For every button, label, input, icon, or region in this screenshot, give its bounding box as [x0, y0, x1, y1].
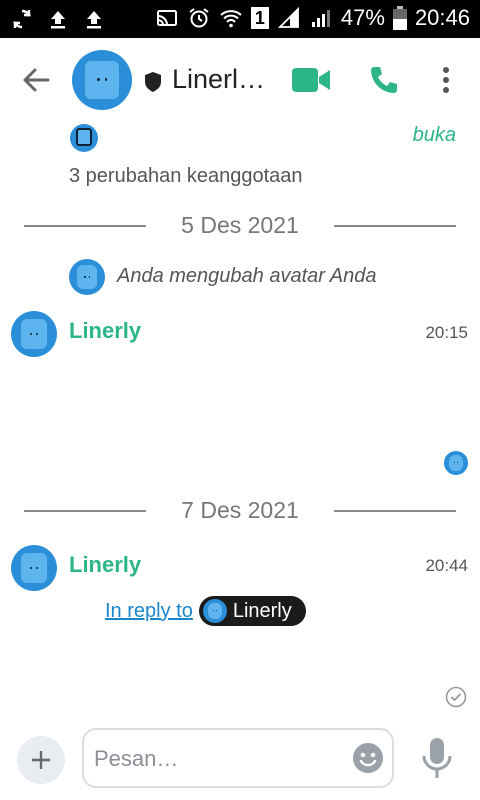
phone-call-icon[interactable] — [368, 64, 400, 96]
cast-icon — [156, 10, 177, 26]
sync-icon — [12, 9, 32, 29]
message-input[interactable] — [94, 742, 344, 776]
avatar — [69, 259, 105, 295]
upload-icon — [51, 11, 65, 29]
user-mention-pill[interactable]: Linerly — [198, 596, 306, 626]
wifi-icon — [220, 10, 242, 28]
plus-icon — [32, 751, 50, 769]
mention-avatar — [202, 599, 227, 623]
sender-name[interactable]: Linerly — [69, 318, 141, 344]
sender-avatar[interactable] — [11, 311, 57, 357]
membership-changes-summary: 3 perubahan keanggotaan — [69, 165, 303, 187]
room-toolbar: Linerl… — [0, 38, 480, 124]
chat-timeline[interactable]: buka 3 perubahan keanggotaan 5 Des 2021 … — [0, 124, 480, 724]
room-avatar[interactable] — [72, 50, 132, 110]
sender-name[interactable]: Linerly — [69, 552, 141, 578]
microphone-icon[interactable] — [420, 736, 454, 780]
reply-quote: In reply to Linerly — [105, 596, 306, 626]
system-event-text: Anda mengubah avatar Anda — [117, 265, 377, 287]
video-call-icon[interactable] — [292, 66, 330, 94]
shield-icon — [145, 72, 161, 92]
sim-badge: 1 — [250, 7, 269, 29]
battery-percent: 47% — [340, 5, 385, 30]
message-time: 20:15 — [425, 323, 468, 342]
alarm-icon — [189, 8, 209, 28]
membership-avatar — [70, 124, 98, 152]
arrow-left-icon[interactable] — [20, 64, 52, 96]
more-vertical-icon[interactable] — [436, 62, 456, 98]
message-time: 20:44 — [425, 556, 468, 575]
room-title[interactable]: Linerl… — [172, 64, 265, 95]
in-reply-to-link[interactable]: In reply to — [105, 600, 193, 623]
mention-label: Linerly — [232, 599, 292, 622]
sender-avatar[interactable] — [11, 545, 57, 591]
message-composer — [0, 724, 480, 800]
status-bar: 1 47% 20:46 — [0, 0, 480, 38]
open-membership-link[interactable]: buka — [413, 124, 456, 147]
date-separator: 5 Des 2021 — [24, 210, 456, 240]
battery-icon — [392, 6, 407, 30]
signal-icon — [277, 6, 299, 28]
attach-button[interactable] — [17, 736, 65, 784]
emoji-icon[interactable] — [352, 742, 384, 774]
date-separator: 7 Des 2021 — [24, 495, 456, 525]
read-receipt-avatar[interactable] — [444, 451, 468, 475]
message-input-container[interactable] — [82, 728, 394, 788]
sent-check-icon — [445, 686, 467, 708]
upload-icon — [87, 11, 101, 29]
status-time: 20:46 — [414, 5, 470, 30]
signal-icon — [311, 10, 330, 27]
